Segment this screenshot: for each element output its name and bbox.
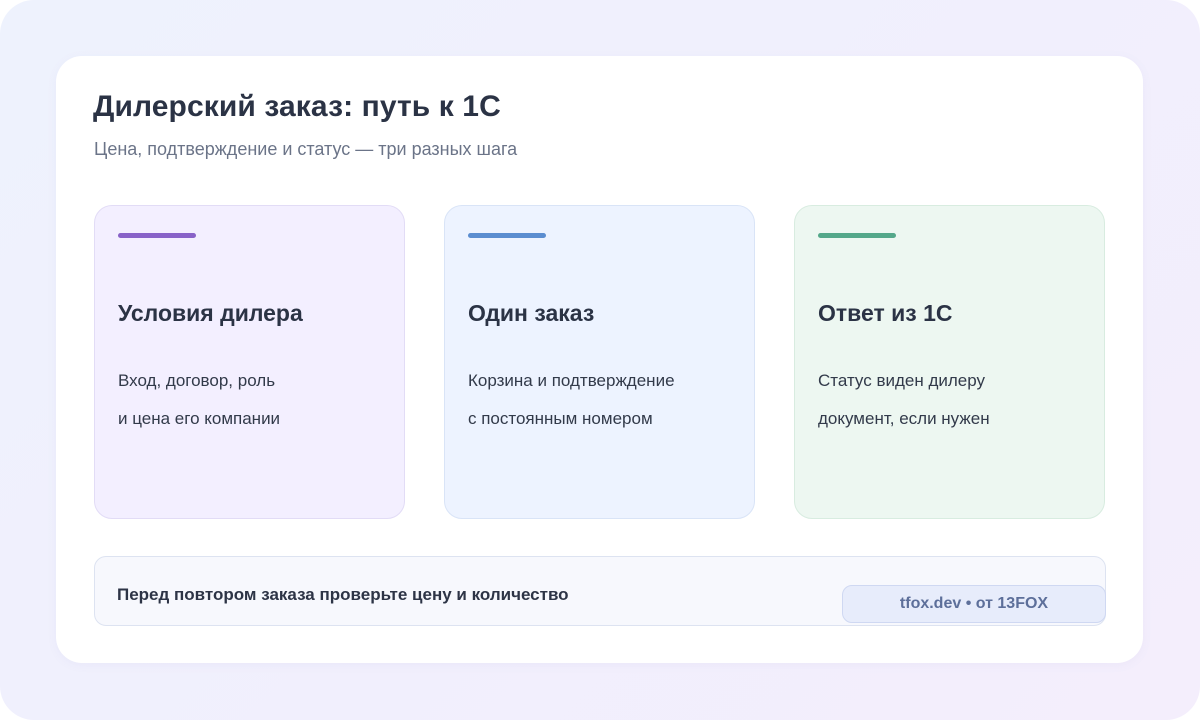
accent-bar xyxy=(118,233,196,238)
step-card-single-order: Один заказ Корзина и подтверждение с пос… xyxy=(444,205,755,519)
step-card-dealer-terms: Условия дилера Вход, договор, роль и цен… xyxy=(94,205,405,519)
step-text-line: Статус виден дилеру xyxy=(818,371,986,390)
step-title: Условия дилера xyxy=(118,300,303,326)
step-title: Ответ из 1С xyxy=(818,300,953,326)
page-title: Дилерский заказ: путь к 1С xyxy=(93,90,501,123)
step-text-line: с постоянным номером xyxy=(468,409,653,428)
step-card-1c-response: Ответ из 1С Статус виден дилеру документ… xyxy=(794,205,1105,519)
reminder-text: Перед повтором заказа проверьте цену и к… xyxy=(117,585,569,604)
step-text-line: Корзина и подтверждение xyxy=(468,371,675,390)
step-title: Один заказ xyxy=(468,300,595,326)
brand-badge: tfox.dev • от 13FOX xyxy=(842,585,1106,623)
accent-bar xyxy=(468,233,546,238)
step-text-line: документ, если нужен xyxy=(818,409,990,428)
step-text-line: и цена его компании xyxy=(118,409,281,428)
step-text-line: Вход, договор, роль xyxy=(118,371,276,390)
page-subtitle: Цена, подтверждение и статус — три разны… xyxy=(94,139,518,159)
accent-bar xyxy=(818,233,896,238)
